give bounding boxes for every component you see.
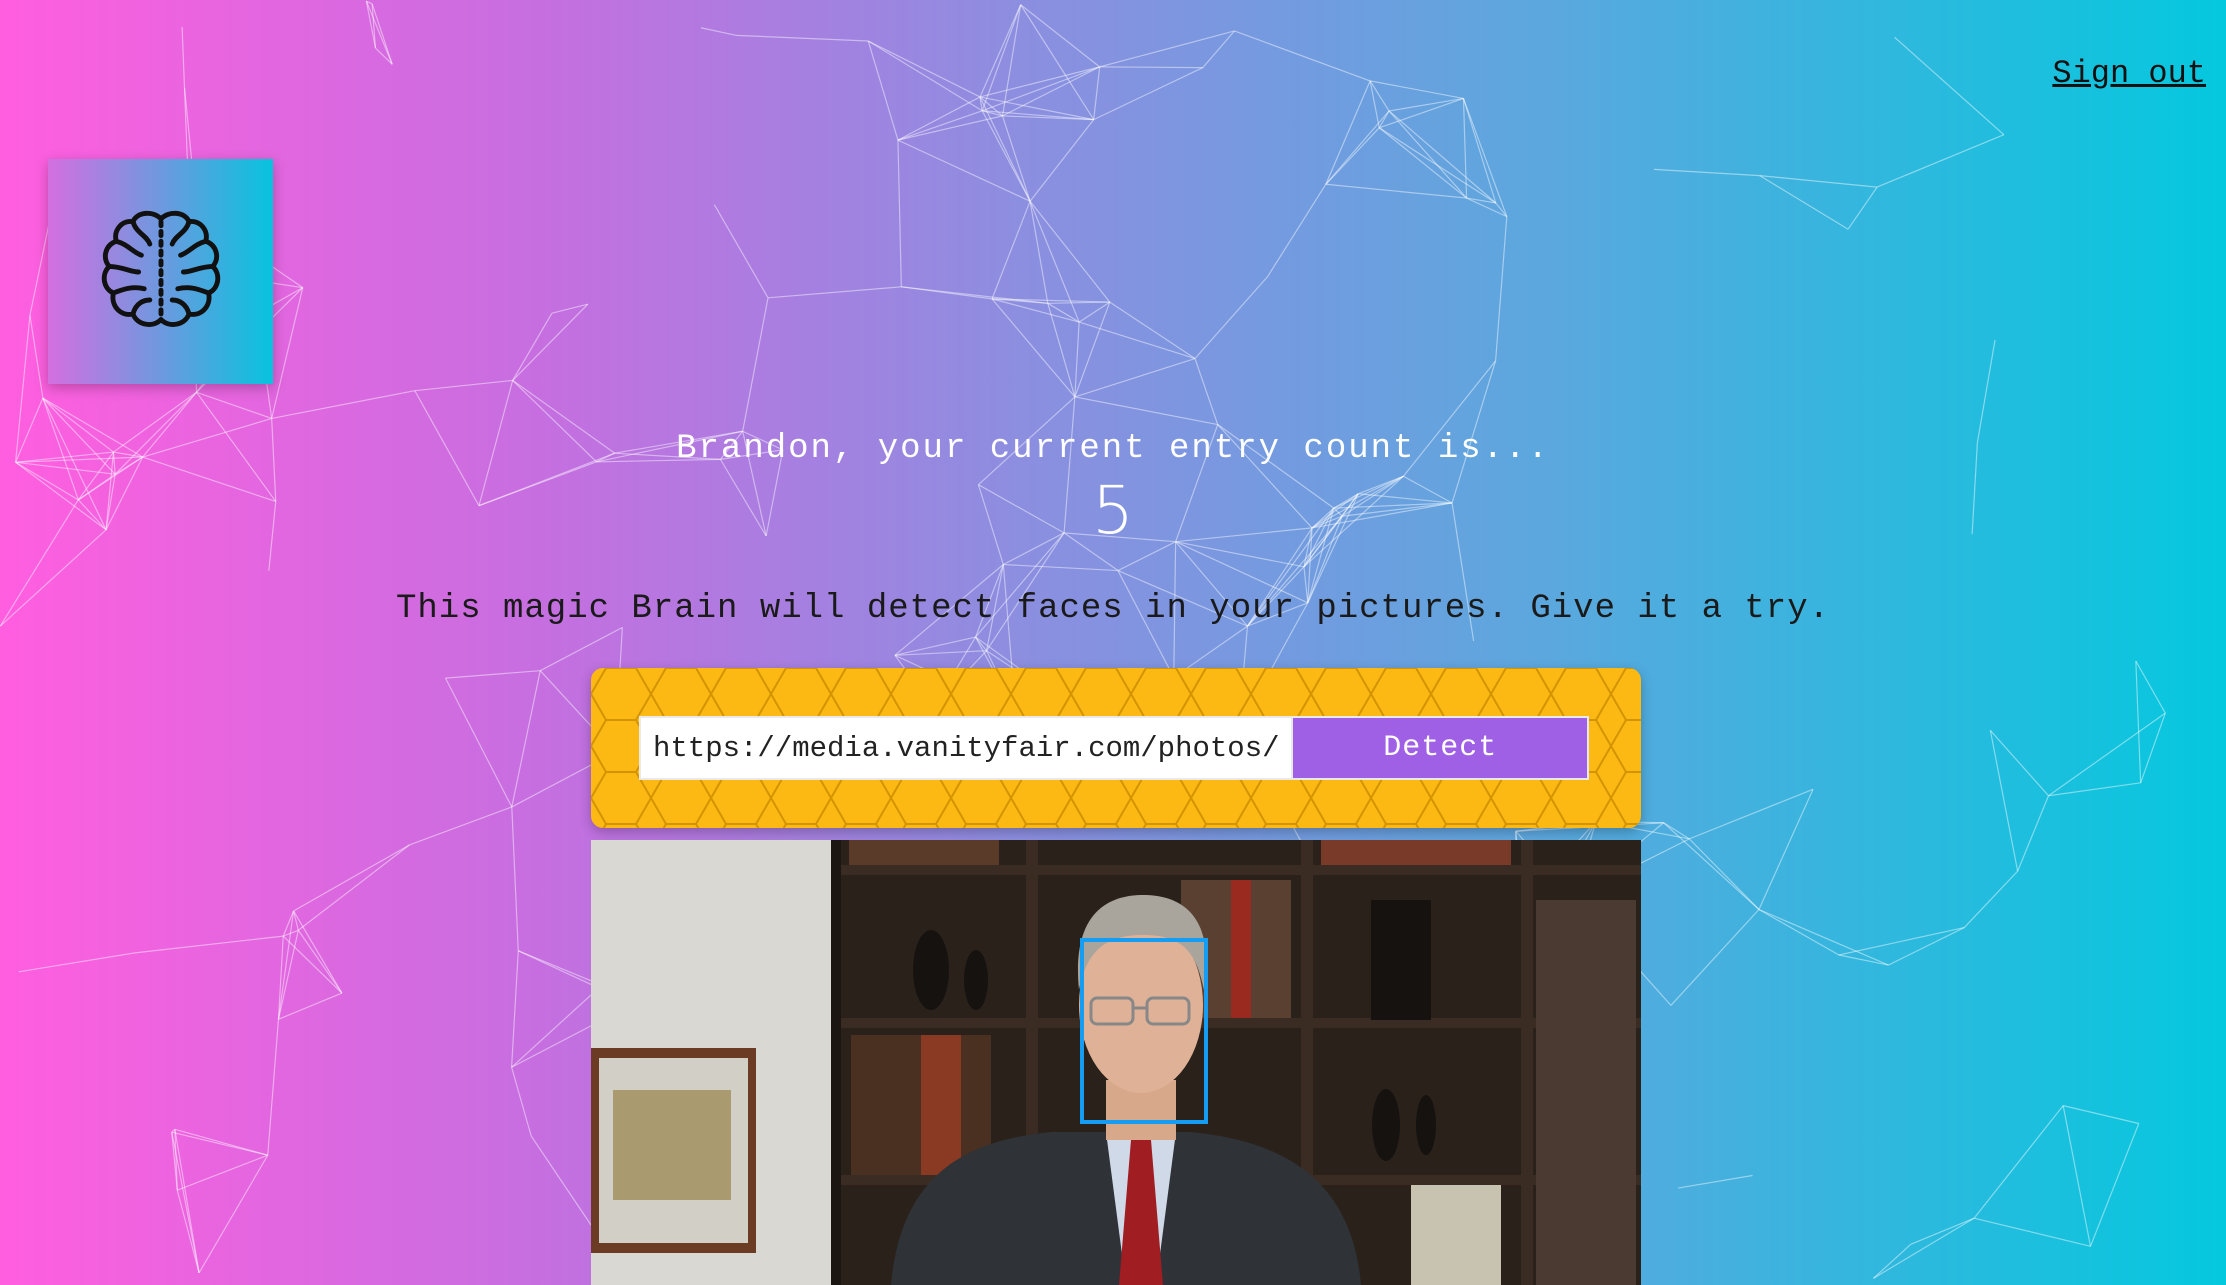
brain-icon <box>101 210 220 327</box>
navigation: Sign out <box>2052 55 2206 92</box>
image-url-input[interactable] <box>639 716 1294 780</box>
tagline: This magic Brain will detect faces in yo… <box>395 590 1831 628</box>
entry-count-message: Brandon, your current entry count is... <box>676 430 1550 468</box>
face-bounding-box <box>1080 938 1208 1124</box>
detect-button[interactable]: Detect <box>1293 716 1589 780</box>
image-link-form: Detect <box>591 668 1641 828</box>
form-row: Detect <box>639 716 1589 780</box>
face-image <box>591 840 1641 1285</box>
logo-tilt-card[interactable] <box>48 159 273 384</box>
sign-out-link[interactable]: Sign out <box>2052 55 2206 92</box>
entry-count-value: 5 <box>1092 472 1134 549</box>
